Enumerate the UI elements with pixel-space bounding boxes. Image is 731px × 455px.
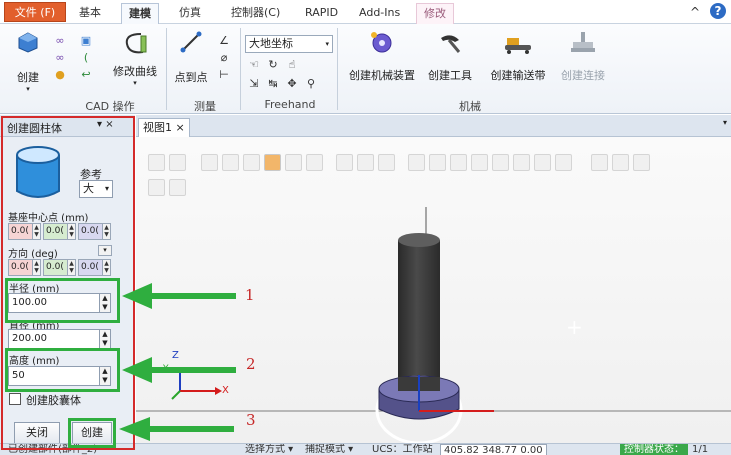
- annotation-number-1: 1: [245, 286, 255, 304]
- annotation-number-2: 2: [246, 355, 256, 373]
- arrow-1-shaft: [150, 293, 236, 299]
- annotation-number-3: 3: [246, 411, 256, 429]
- arrow-2-head: [122, 357, 152, 383]
- annotation-arrows: [119, 283, 236, 441]
- arrow-1-head: [122, 283, 152, 309]
- arrow-3-shaft: [148, 426, 234, 432]
- arrow-3-head: [119, 417, 150, 441]
- arrow-2-shaft: [150, 367, 236, 373]
